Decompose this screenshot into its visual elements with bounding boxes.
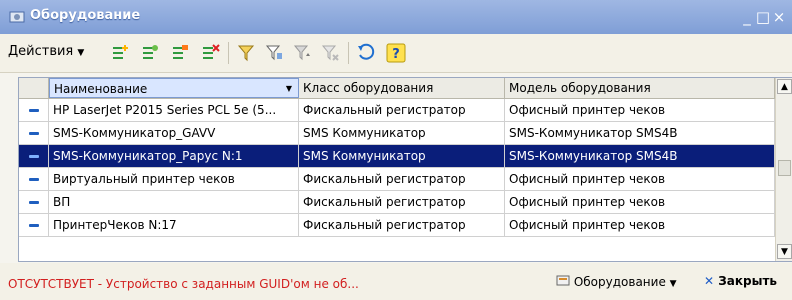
equipment-menu-icon xyxy=(556,275,570,286)
table-row[interactable]: Виртуальный принтер чеков Фискальный реги… xyxy=(19,168,775,191)
table-row[interactable]: SMS-Коммуникатор_Рарус N:1 SMS Коммуникат… xyxy=(19,145,775,168)
svg-text:?: ? xyxy=(392,47,400,62)
refresh-icon[interactable] xyxy=(356,43,376,63)
row-marker-cell xyxy=(19,99,49,122)
table-cell-class: Фискальный регистратор xyxy=(299,99,505,122)
status-message: ОТСУТСТВУЕТ - Устройство с заданным GUID… xyxy=(8,277,359,291)
column-header-label: Класс оборудования xyxy=(303,81,434,95)
table-cell-model: Офисный принтер чеков xyxy=(505,168,775,191)
row-marker-cell xyxy=(19,122,49,145)
table-row[interactable]: SMS-Коммуникатор_GAVV SMS Коммуникатор SMS… xyxy=(19,122,775,145)
toolbar-separator xyxy=(348,42,349,64)
table-row[interactable]: ПринтерЧеков N:17 Фискальный регистратор О… xyxy=(19,214,775,237)
sort-arrow-icon: ▼ xyxy=(285,84,292,93)
edit-item-icon[interactable] xyxy=(170,43,190,63)
table-cell-name: HP LaserJet P2015 Series PCL 5e (5... xyxy=(49,99,299,122)
column-header-class[interactable]: Класс оборудования xyxy=(299,78,505,98)
table-cell-name: ВП xyxy=(49,191,299,214)
row-status-icon xyxy=(29,201,39,204)
equipment-menu-label: Оборудование xyxy=(573,275,666,289)
equipment-window: Оборудование _ □ × Действия ▼ ? Наименов… xyxy=(0,0,792,300)
row-status-icon xyxy=(29,178,39,181)
row-status-icon xyxy=(29,224,39,227)
row-marker-cell xyxy=(19,145,49,168)
table-cell-model: Офисный принтер чеков xyxy=(505,191,775,214)
row-marker-cell xyxy=(19,168,49,191)
column-header-model[interactable]: Модель оборудования xyxy=(505,78,775,98)
table-cell-class: SMS Коммуникатор xyxy=(299,122,505,145)
filter-by-value-icon[interactable] xyxy=(264,43,284,63)
table-cell-model: Офисный принтер чеков xyxy=(505,214,775,237)
table-cell-class: Фискальный регистратор xyxy=(299,214,505,237)
toolbar: Действия ▼ ? xyxy=(0,34,792,73)
table-row[interactable]: ВП Фискальный регистратор Офисный принтер … xyxy=(19,191,775,214)
copy-item-icon[interactable] xyxy=(140,43,160,63)
filter-history-icon[interactable] xyxy=(292,43,312,63)
row-status-icon xyxy=(29,155,39,158)
table-cell-name: SMS-Коммуникатор_Рарус N:1 xyxy=(49,145,299,168)
row-status-icon xyxy=(29,132,39,135)
table-cell-class: Фискальный регистратор xyxy=(299,168,505,191)
table-cell-model: Офисный принтер чеков xyxy=(505,99,775,122)
chevron-down-icon: ▼ xyxy=(77,48,85,58)
actions-menu-label: Действия xyxy=(8,44,74,59)
vertical-scrollbar[interactable]: ▲ ▼ xyxy=(775,78,792,261)
table-cell-model: SMS-Коммуникатор SMS4B xyxy=(505,122,775,145)
close-button[interactable]: ✕ Закрыть xyxy=(704,274,777,288)
delete-item-icon[interactable] xyxy=(200,43,220,63)
table-cell-class: Фискальный регистратор xyxy=(299,191,505,214)
equipment-menu-button[interactable]: Оборудование ▼ xyxy=(556,274,677,289)
clear-filter-icon[interactable] xyxy=(320,43,340,63)
scroll-down-icon[interactable]: ▼ xyxy=(777,244,792,259)
table-cell-name: SMS-Коммуникатор_GAVV xyxy=(49,122,299,145)
close-icon: ✕ xyxy=(704,274,715,288)
row-status-icon xyxy=(29,109,39,112)
filter-icon[interactable] xyxy=(236,43,256,63)
table-cell-class: SMS Коммуникатор xyxy=(299,145,505,168)
title-bar[interactable]: Оборудование _ □ × xyxy=(0,0,792,34)
table-cell-name: ПринтерЧеков N:17 xyxy=(49,214,299,237)
close-window-button[interactable]: × xyxy=(770,8,788,26)
row-marker-cell xyxy=(19,191,49,214)
table-cell-model: SMS-Коммуникатор SMS4B xyxy=(505,145,775,168)
add-item-icon[interactable] xyxy=(110,43,130,63)
help-icon[interactable]: ? xyxy=(386,43,406,63)
column-header-label: Модель оборудования xyxy=(509,81,651,95)
marker-column-header xyxy=(19,78,49,98)
scroll-up-icon[interactable]: ▲ xyxy=(777,79,792,94)
table-header: Наименование ▼ Класс оборудования Модель… xyxy=(19,78,775,99)
row-marker-cell xyxy=(19,214,49,237)
close-button-label: Закрыть xyxy=(718,274,778,288)
chevron-down-icon: ▼ xyxy=(669,279,677,289)
table-row[interactable]: HP LaserJet P2015 Series PCL 5e (5... Фис… xyxy=(19,99,775,122)
scroll-thumb[interactable] xyxy=(778,160,791,176)
actions-menu-button[interactable]: Действия ▼ xyxy=(8,44,84,59)
toolbar-separator xyxy=(228,42,229,64)
column-header-name[interactable]: Наименование ▼ xyxy=(49,78,299,98)
status-bar: ОТСУТСТВУЕТ - Устройство с заданным GUID… xyxy=(0,263,792,300)
column-header-label: Наименование xyxy=(54,82,148,96)
window-title: Оборудование xyxy=(30,8,141,23)
equipment-window-icon xyxy=(9,11,25,23)
table-cell-name: Виртуальный принтер чеков xyxy=(49,168,299,191)
equipment-table: Наименование ▼ Класс оборудования Модель… xyxy=(18,77,792,262)
